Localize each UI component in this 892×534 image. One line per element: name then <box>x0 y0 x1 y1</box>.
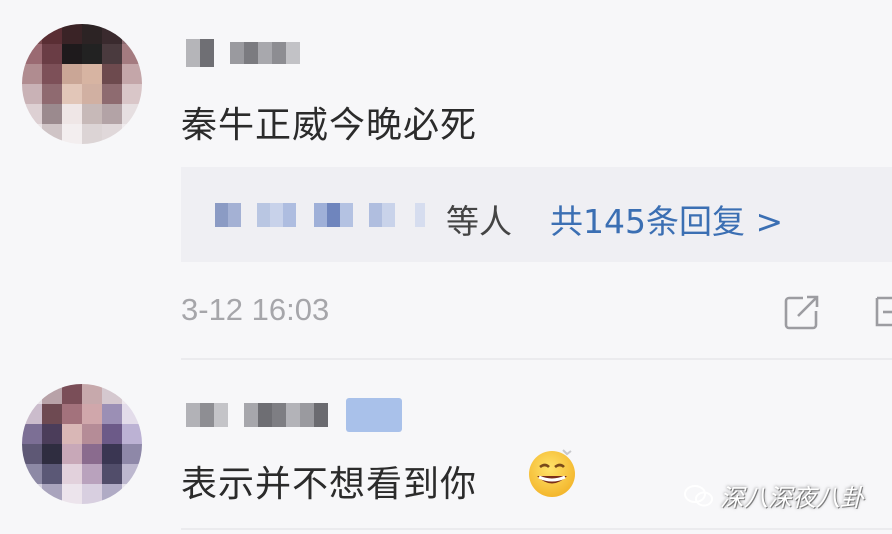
timestamp: 3-12 16:03 <box>181 292 330 327</box>
watermark: 深八深夜八卦 <box>684 478 864 513</box>
share-icon[interactable] <box>783 293 821 331</box>
comment-text: 表示并不想看到你 <box>181 464 478 505</box>
wechat-logo-icon <box>684 484 713 506</box>
comment-text: 秦牛正威今晚必死 <box>181 105 478 146</box>
watermark-text: 深八深夜八卦 <box>720 484 864 512</box>
username-pixelated[interactable] <box>186 398 402 432</box>
avatar[interactable] <box>22 24 142 144</box>
reply-count-link[interactable]: 共145条回复 > <box>550 195 783 243</box>
more-icon[interactable] <box>874 293 892 331</box>
reply-suffix: 等人 <box>446 202 512 241</box>
avatar[interactable] <box>22 384 142 504</box>
divider <box>181 528 892 530</box>
grinning-emoji-icon <box>529 449 575 497</box>
username-pixelated[interactable] <box>186 38 300 68</box>
reply-usernames-pixelated <box>215 200 425 230</box>
comment-item: 秦牛正威今晚必死 等人 共145条回复 > 3-12 16:03 <box>0 0 892 360</box>
